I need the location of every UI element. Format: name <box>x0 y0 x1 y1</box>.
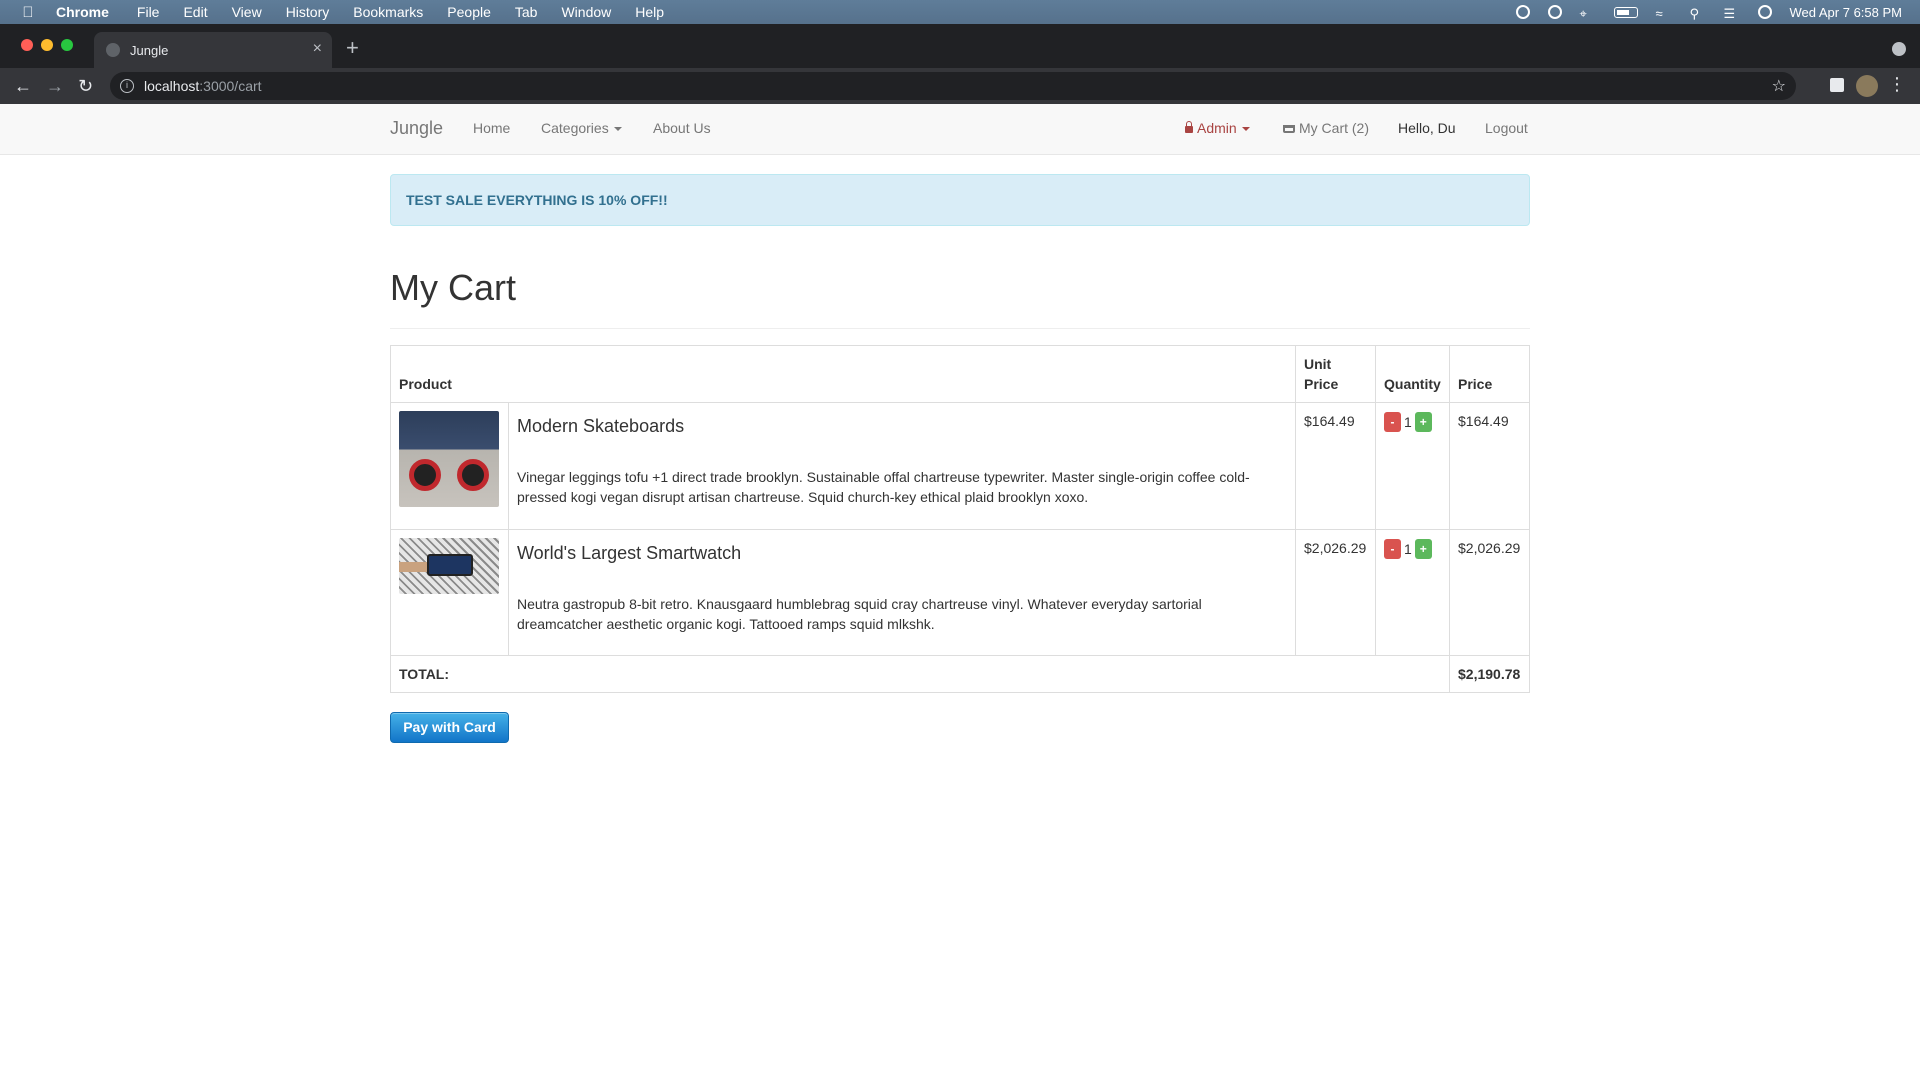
nav-cart-label: My Cart (2) <box>1299 120 1369 136</box>
table-row: Modern Skateboards Vinegar leggings tofu… <box>390 402 1530 530</box>
web-page: Jungle Home Categories About Us Admin My… <box>0 104 1920 1080</box>
quantity-cell: -1 + <box>1375 402 1450 530</box>
window-close-button[interactable] <box>21 39 33 51</box>
line-price-cell: $2,026.29 <box>1449 529 1530 656</box>
table-header-row: Product Unit Price Quantity Price <box>390 345 1530 403</box>
forward-arrow-icon[interactable]: → <box>46 74 64 98</box>
nav-hello-user: Hello, Du <box>1398 120 1456 136</box>
bluetooth-icon[interactable]: ⌖ <box>1580 6 1596 21</box>
bookmark-star-icon[interactable]: ☆ <box>1772 76 1786 96</box>
product-name: Modern Skateboards <box>517 416 685 436</box>
nav-admin-label: Admin <box>1197 120 1237 136</box>
page-header: My Cart <box>390 264 1530 329</box>
tab-close-icon[interactable]: × <box>313 40 322 58</box>
menu-app-chrome[interactable]: Chrome <box>56 4 109 20</box>
header-price: Price <box>1449 345 1530 403</box>
menu-history[interactable]: History <box>286 4 330 20</box>
decrease-quantity-button[interactable]: - <box>1384 412 1401 433</box>
site-info-icon[interactable]: i <box>120 79 134 93</box>
product-image-cell <box>390 402 509 530</box>
header-unit-price: Unit Price <box>1295 345 1376 403</box>
menu-people[interactable]: People <box>447 4 491 20</box>
profile-avatar[interactable] <box>1856 75 1878 97</box>
nav-home[interactable]: Home <box>473 120 510 136</box>
battery-icon[interactable] <box>1613 6 1638 18</box>
lock-icon <box>1185 121 1193 133</box>
nav-logout[interactable]: Logout <box>1485 120 1528 136</box>
increase-quantity-button[interactable]: + <box>1414 412 1432 433</box>
unit-price-cell: $164.49 <box>1295 402 1376 530</box>
caret-down-icon <box>613 127 622 132</box>
header-quantity: Quantity <box>1375 345 1450 403</box>
total-value: $2,190.78 <box>1449 655 1530 693</box>
product-description: Neutra gastropub 8-bit retro. Knausgaard… <box>517 596 1202 632</box>
smartwatch-product-image <box>399 538 499 594</box>
quantity-value: 1 <box>1404 414 1412 431</box>
back-arrow-icon[interactable]: ← <box>14 74 32 98</box>
unit-price-cell: $2,026.29 <box>1295 529 1376 656</box>
product-info-cell: World's Largest Smartwatch Neutra gastro… <box>508 529 1296 656</box>
nav-my-cart[interactable]: My Cart (2) <box>1283 120 1369 136</box>
menu-bar-clock[interactable]: Wed Apr 7 6:58 PM <box>1790 5 1903 20</box>
navbar-container: Jungle Home Categories About Us Admin My… <box>390 104 1530 154</box>
play-icon[interactable] <box>1547 5 1562 19</box>
globe-icon <box>106 43 120 57</box>
skateboard-product-image <box>399 411 499 507</box>
menu-edit[interactable]: Edit <box>183 4 207 20</box>
siri-icon[interactable] <box>1757 5 1772 19</box>
caret-down-icon <box>1241 127 1250 132</box>
product-image-cell <box>390 529 509 656</box>
increase-quantity-button[interactable]: + <box>1414 539 1432 560</box>
address-bar[interactable]: i localhost:3000/cart ☆ <box>110 72 1796 100</box>
browser-toolbar: ← → ↻ i localhost:3000/cart ☆ ⋮ <box>0 68 1920 104</box>
nav-categories-dropdown[interactable]: Categories <box>541 120 622 136</box>
menu-help[interactable]: Help <box>635 4 664 20</box>
menu-window[interactable]: Window <box>561 4 611 20</box>
page-title: My Cart <box>390 267 516 308</box>
cart-table: Product Unit Price Quantity Price Modern… <box>390 345 1530 693</box>
site-navbar: Jungle Home Categories About Us Admin My… <box>0 104 1920 155</box>
window-minimize-button[interactable] <box>41 39 53 51</box>
control-center-icon[interactable]: ☰ <box>1724 6 1740 21</box>
url-path: :3000/cart <box>199 78 262 94</box>
macos-menu-bar:  Chrome File Edit View History Bookmark… <box>0 0 1920 24</box>
menu-view[interactable]: View <box>232 4 262 20</box>
product-description: Vinegar leggings tofu +1 direct trade br… <box>517 469 1250 505</box>
browser-tab-strip: Jungle × + <box>0 24 1920 68</box>
tab-title: Jungle <box>130 42 169 58</box>
wifi-icon[interactable]: ≈ <box>1656 6 1672 21</box>
menu-file[interactable]: File <box>137 4 160 20</box>
line-price-cell: $164.49 <box>1449 402 1530 530</box>
status-circle-icon[interactable] <box>1515 5 1530 19</box>
browser-tab-active[interactable]: Jungle × <box>94 32 332 68</box>
product-name: World's Largest Smartwatch <box>517 543 742 563</box>
nav-admin-dropdown[interactable]: Admin <box>1185 120 1250 136</box>
shopping-cart-icon <box>1283 125 1295 133</box>
chrome-menu-icon[interactable]: ⋮ <box>1888 74 1906 95</box>
spotlight-search-icon[interactable]: ⚲ <box>1690 6 1706 21</box>
product-info-cell: Modern Skateboards Vinegar leggings tofu… <box>508 402 1296 530</box>
new-tab-button[interactable]: + <box>346 37 359 59</box>
reload-icon[interactable]: ↻ <box>78 74 93 98</box>
total-row: TOTAL: $2,190.78 <box>390 655 1530 693</box>
nav-about[interactable]: About Us <box>653 120 711 136</box>
url-host: localhost <box>144 78 200 94</box>
nav-categories-label: Categories <box>541 120 609 136</box>
brand-link[interactable]: Jungle <box>390 118 443 139</box>
window-zoom-button[interactable] <box>61 39 73 51</box>
menu-tab[interactable]: Tab <box>515 4 538 20</box>
tab-search-icon[interactable] <box>1892 42 1906 56</box>
pay-with-card-button[interactable]: Pay with Card <box>390 712 509 743</box>
quantity-cell: -1 + <box>1375 529 1450 656</box>
apple-icon[interactable]:  <box>0 4 56 21</box>
menu-bookmarks[interactable]: Bookmarks <box>353 4 423 20</box>
quantity-value: 1 <box>1404 541 1412 558</box>
table-row: World's Largest Smartwatch Neutra gastro… <box>390 529 1530 656</box>
sale-alert: TEST SALE EVERYTHING IS 10% OFF!! <box>390 174 1530 226</box>
header-product: Product <box>390 345 1296 403</box>
extensions-puzzle-icon[interactable] <box>1830 78 1844 92</box>
total-label: TOTAL: <box>390 655 1450 693</box>
decrease-quantity-button[interactable]: - <box>1384 539 1401 560</box>
menu-bar-status-area: ⌖ ≈ ⚲ ☰ Wed Apr 7 6:58 PM <box>1515 0 1903 24</box>
